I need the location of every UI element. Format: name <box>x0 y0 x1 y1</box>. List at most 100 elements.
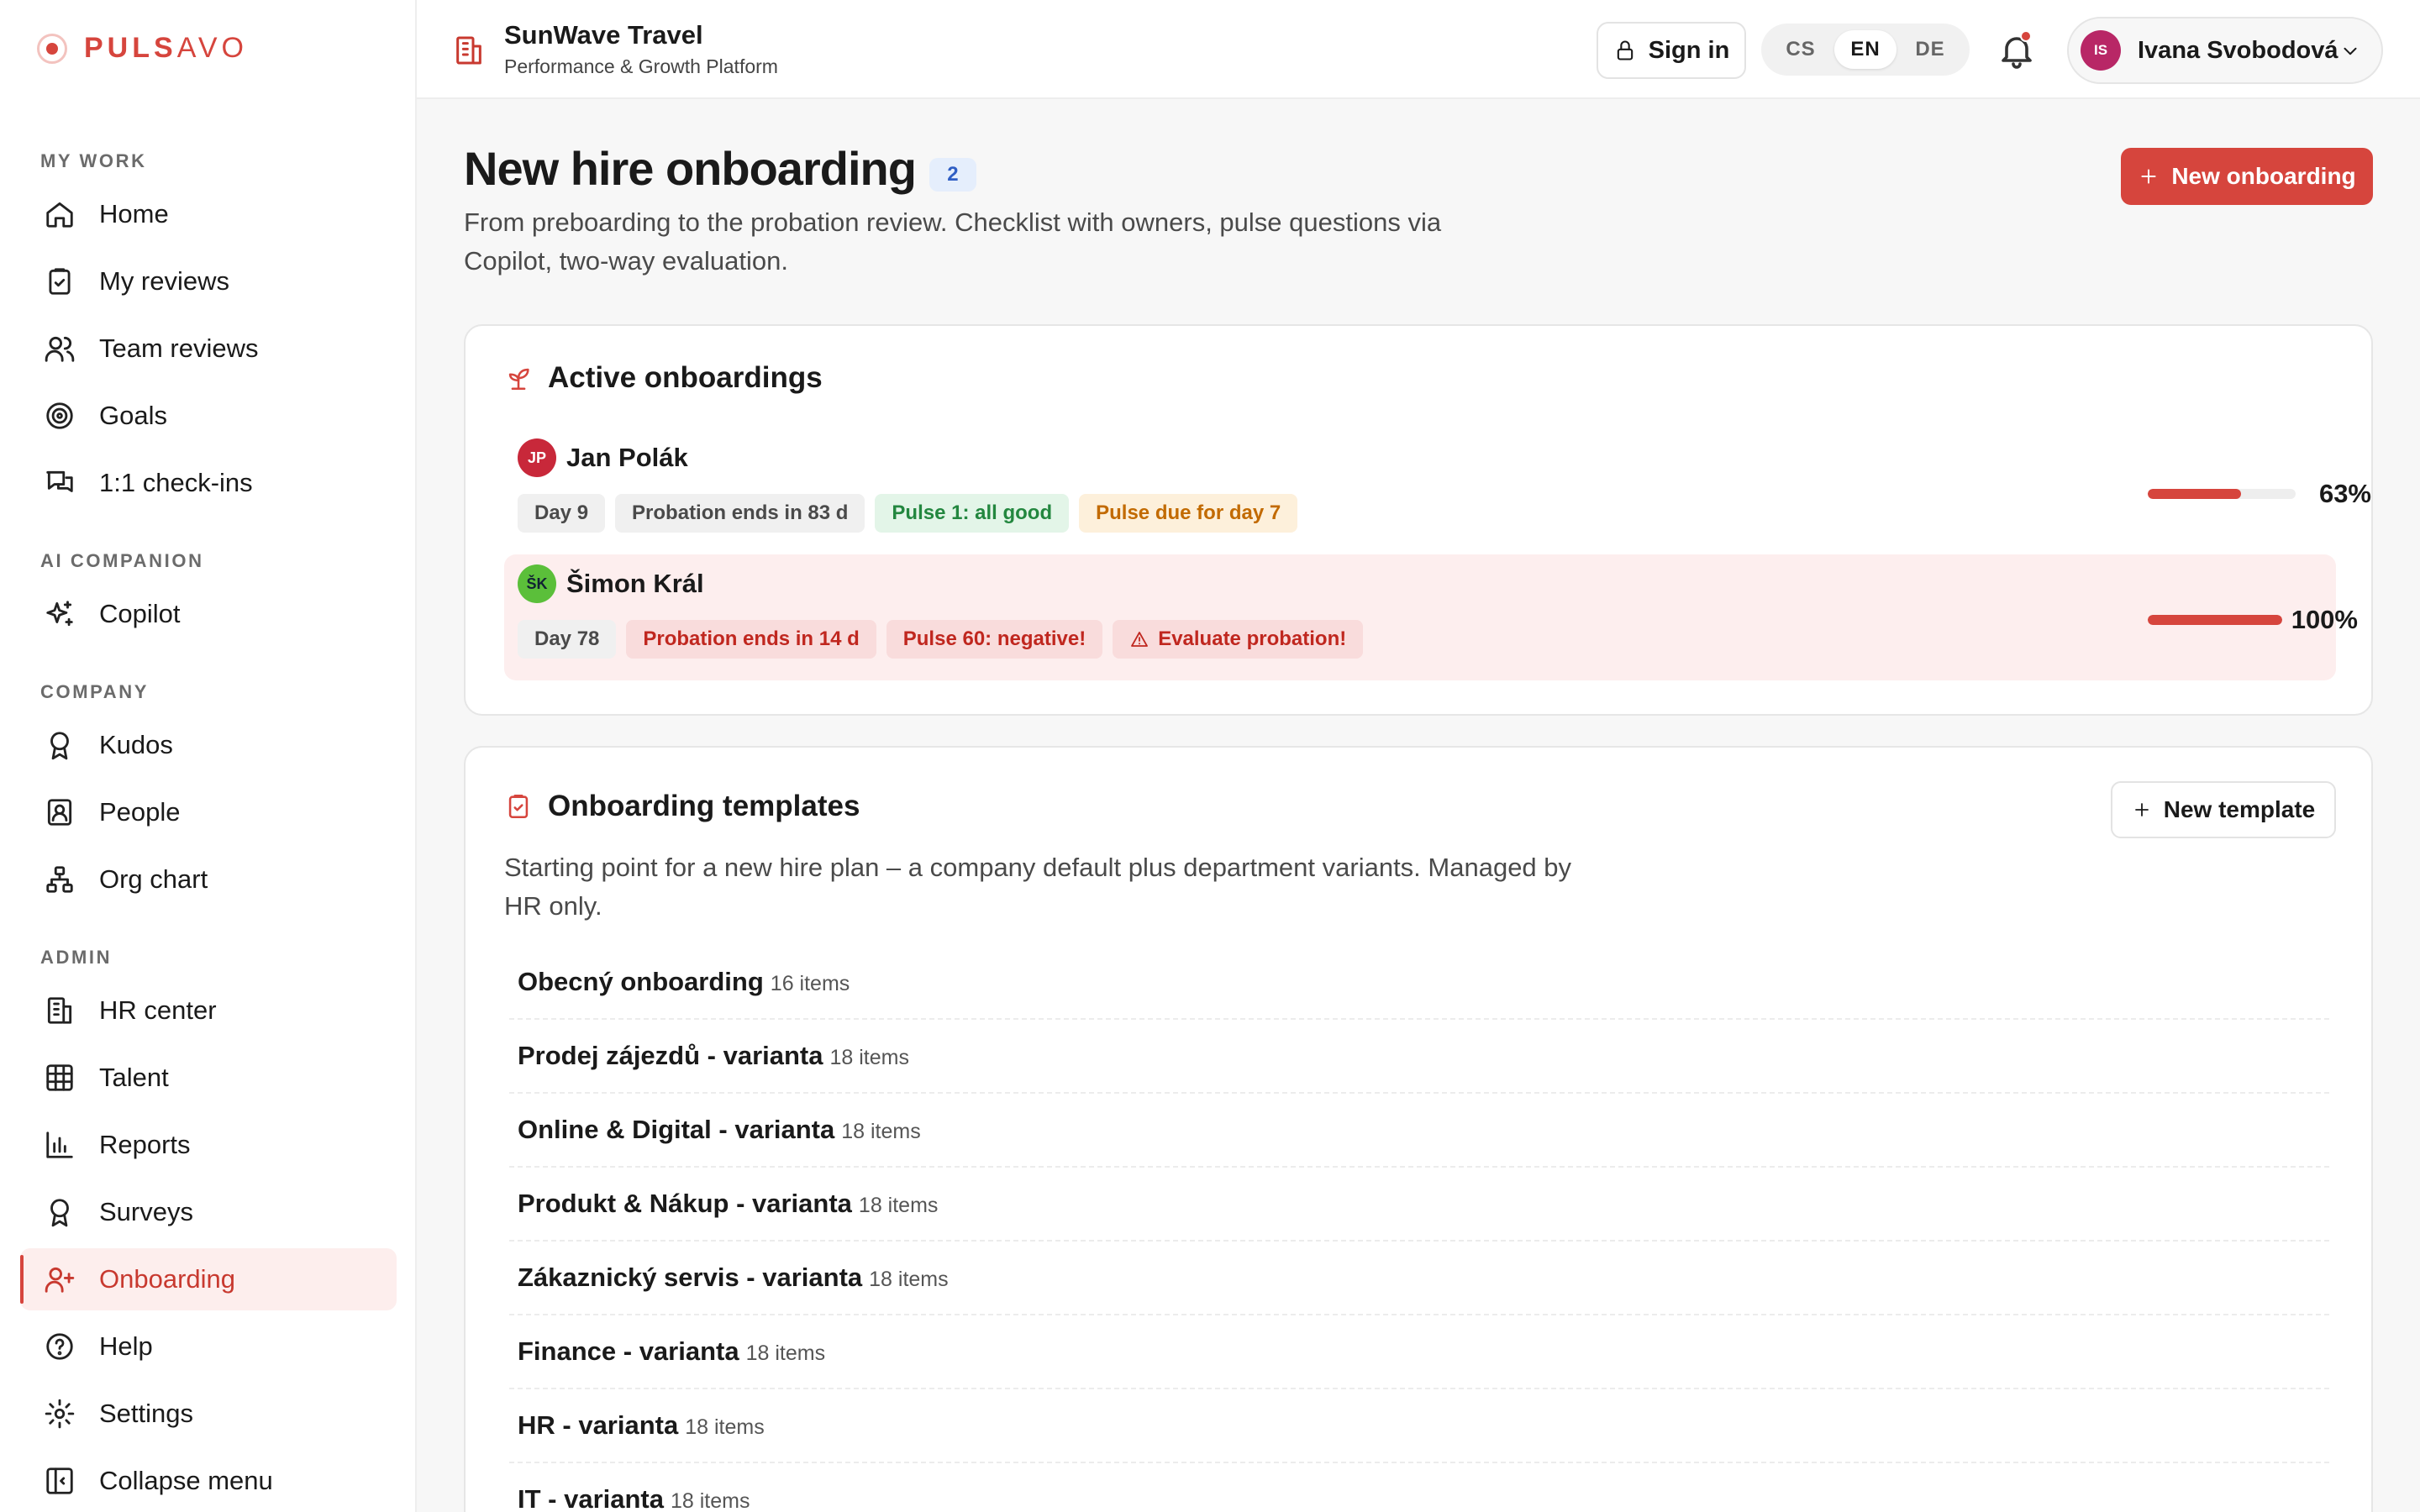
sidebar-item-label: My reviews <box>99 266 230 296</box>
sidebar-collapse-button[interactable]: Collapse menu <box>20 1450 397 1512</box>
sidebar: PULSAVO MY WORK Home My reviews Team rev… <box>0 0 417 1512</box>
employee-name-text: Jan Polák <box>566 443 688 472</box>
new-onboarding-button[interactable]: New onboarding <box>2121 148 2373 205</box>
new-onboarding-label: New onboarding <box>2171 163 2356 189</box>
progress: 100% <box>2148 605 2358 635</box>
sidebar-item-label: Kudos <box>99 730 173 759</box>
award-icon <box>50 732 69 760</box>
chat-icon <box>46 470 73 492</box>
onboarding-templates-card: Onboarding templates New template Starti… <box>464 746 2373 1512</box>
template-row[interactable]: IT - varianta 18 items <box>509 1463 2329 1512</box>
active-onboardings-card: Active onboardings JP Jan Polák Day 9 Pr… <box>464 324 2373 716</box>
new-template-button[interactable]: New template <box>2111 781 2336 838</box>
sidebar-item-hr-center[interactable]: HR center <box>20 979 397 1042</box>
template-row[interactable]: Zákaznický servis - varianta 18 items <box>509 1242 2329 1315</box>
sidebar-item-onboarding[interactable]: Onboarding <box>20 1248 397 1310</box>
evaluate-probation-label: Evaluate probation! <box>1158 627 1347 650</box>
page-description: From preboarding to the probation review… <box>464 207 1442 276</box>
sign-in-label: Sign in <box>1648 36 1730 64</box>
template-row[interactable]: HR - varianta 18 items <box>509 1389 2329 1463</box>
language-switcher: CS EN DE <box>1761 24 1970 76</box>
progress-bar <box>2148 489 2296 499</box>
template-count: 18 items <box>671 1488 750 1512</box>
template-count: 18 items <box>685 1415 765 1439</box>
warning-icon <box>1131 632 1149 647</box>
sidebar-item-label: Reports <box>99 1130 191 1159</box>
sidebar-item-goals[interactable]: Goals <box>20 385 397 447</box>
employee-name-text: Šimon Král <box>566 569 704 598</box>
chevron-down-icon <box>2344 47 2357 55</box>
logo[interactable]: PULSAVO <box>37 32 248 65</box>
templates-description: Starting point for a new hire plan – a c… <box>504 853 1572 921</box>
template-name: Zákaznický servis - varianta <box>518 1263 863 1292</box>
language-option-de[interactable]: DE <box>1899 30 1961 69</box>
template-row[interactable]: Online & Digital - varianta 18 items <box>509 1094 2329 1168</box>
notification-dot <box>2020 30 2032 42</box>
progress-label: 63% <box>2318 479 2371 508</box>
sidebar-item-label: 1:1 check-ins <box>99 468 253 497</box>
bar-chart-icon <box>46 1131 73 1158</box>
sidebar-item-help[interactable]: Help <box>20 1315 397 1378</box>
sidebar-item-label: Talent <box>99 1063 169 1092</box>
org-chart-icon <box>46 866 73 893</box>
sidebar-item-label: Help <box>99 1331 153 1361</box>
page-header: New hire onboarding 2 <box>464 141 976 196</box>
language-option-cs[interactable]: CS <box>1770 30 1832 69</box>
template-name: Finance - varianta <box>518 1336 739 1366</box>
sidebar-item-checkins[interactable]: 1:1 check-ins <box>20 452 397 514</box>
employee-name: JP Jan Polák <box>518 438 688 477</box>
sidebar-item-reports[interactable]: Reports <box>20 1114 397 1176</box>
page-title: New hire onboarding <box>464 142 917 195</box>
sidebar-item-kudos[interactable]: Kudos <box>20 714 397 776</box>
nav-section-company: COMPANY <box>40 681 150 702</box>
language-option-en[interactable]: EN <box>1834 30 1897 69</box>
template-row[interactable]: Produkt & Nákup - varianta 18 items <box>509 1168 2329 1242</box>
sidebar-item-org-chart[interactable]: Org chart <box>20 848 397 911</box>
sidebar-item-label: Surveys <box>99 1197 193 1226</box>
template-row[interactable]: Finance - varianta 18 items <box>509 1315 2329 1389</box>
sidebar-item-home[interactable]: Home <box>20 183 397 245</box>
sidebar-item-label: Settings <box>99 1399 194 1428</box>
sidebar-item-my-reviews[interactable]: My reviews <box>20 250 397 312</box>
building-icon <box>47 997 72 1024</box>
template-row[interactable]: Prodej zájezdů - varianta 18 items <box>509 1020 2329 1094</box>
template-count: 18 items <box>841 1119 921 1143</box>
grid-icon <box>46 1064 73 1091</box>
sidebar-item-surveys[interactable]: Surveys <box>20 1181 397 1243</box>
award-icon <box>50 1199 69 1227</box>
logo-text: PULSAVO <box>84 32 248 64</box>
template-row[interactable]: Obecný onboarding 16 items <box>509 946 2329 1020</box>
template-name: HR - varianta <box>518 1410 679 1440</box>
status-tags: Day 78 Probation ends in 14 d Pulse 60: … <box>518 620 1364 659</box>
day-badge: Day 78 <box>518 620 617 659</box>
templates-list: Obecný onboarding 16 items Prodej zájezdů… <box>509 946 2329 1512</box>
sidebar-item-label: HR center <box>99 995 217 1025</box>
onboarding-row[interactable]: JP Jan Polák Day 9 Probation ends in 83 … <box>504 428 2371 554</box>
sidebar-item-label: Onboarding <box>99 1264 236 1294</box>
sidebar-item-team-reviews[interactable]: Team reviews <box>20 318 397 380</box>
active-onboardings-title: Active onboardings <box>548 361 823 394</box>
template-name: Online & Digital - varianta <box>518 1115 835 1144</box>
clipboard-check-icon <box>49 268 71 295</box>
progress-bar <box>2148 615 2282 625</box>
logo-icon <box>37 33 67 64</box>
sidebar-item-label: Org chart <box>99 864 208 894</box>
pulse-due-badge: Pulse due for day 7 <box>1079 494 1298 533</box>
count-badge: 2 <box>929 157 976 192</box>
onboarding-row[interactable]: ŠK Šimon Král Day 78 Probation ends in 1… <box>504 554 2358 680</box>
topbar: SunWave Travel Performance & Growth Plat… <box>417 0 2420 99</box>
home-icon <box>46 202 73 228</box>
notifications-button[interactable] <box>1996 30 2037 71</box>
gear-icon <box>45 1399 75 1429</box>
sidebar-item-label: Copilot <box>99 599 181 628</box>
sidebar-item-label: Team reviews <box>99 333 259 363</box>
sidebar-item-settings[interactable]: Settings <box>20 1383 397 1445</box>
sidebar-item-people[interactable]: People <box>20 781 397 843</box>
sign-in-button[interactable]: Sign in <box>1597 22 1746 79</box>
user-menu[interactable]: IS Ivana Svobodová <box>2067 17 2383 84</box>
sidebar-nav: MY WORK Home My reviews Team reviews Goa… <box>20 144 397 1512</box>
sidebar-item-copilot[interactable]: Copilot <box>20 583 397 645</box>
status-tags: Day 9 Probation ends in 83 d Pulse 1: al… <box>518 494 1298 533</box>
sidebar-item-talent[interactable]: Talent <box>20 1047 397 1109</box>
evaluate-probation-badge[interactable]: Evaluate probation! <box>1113 620 1364 659</box>
